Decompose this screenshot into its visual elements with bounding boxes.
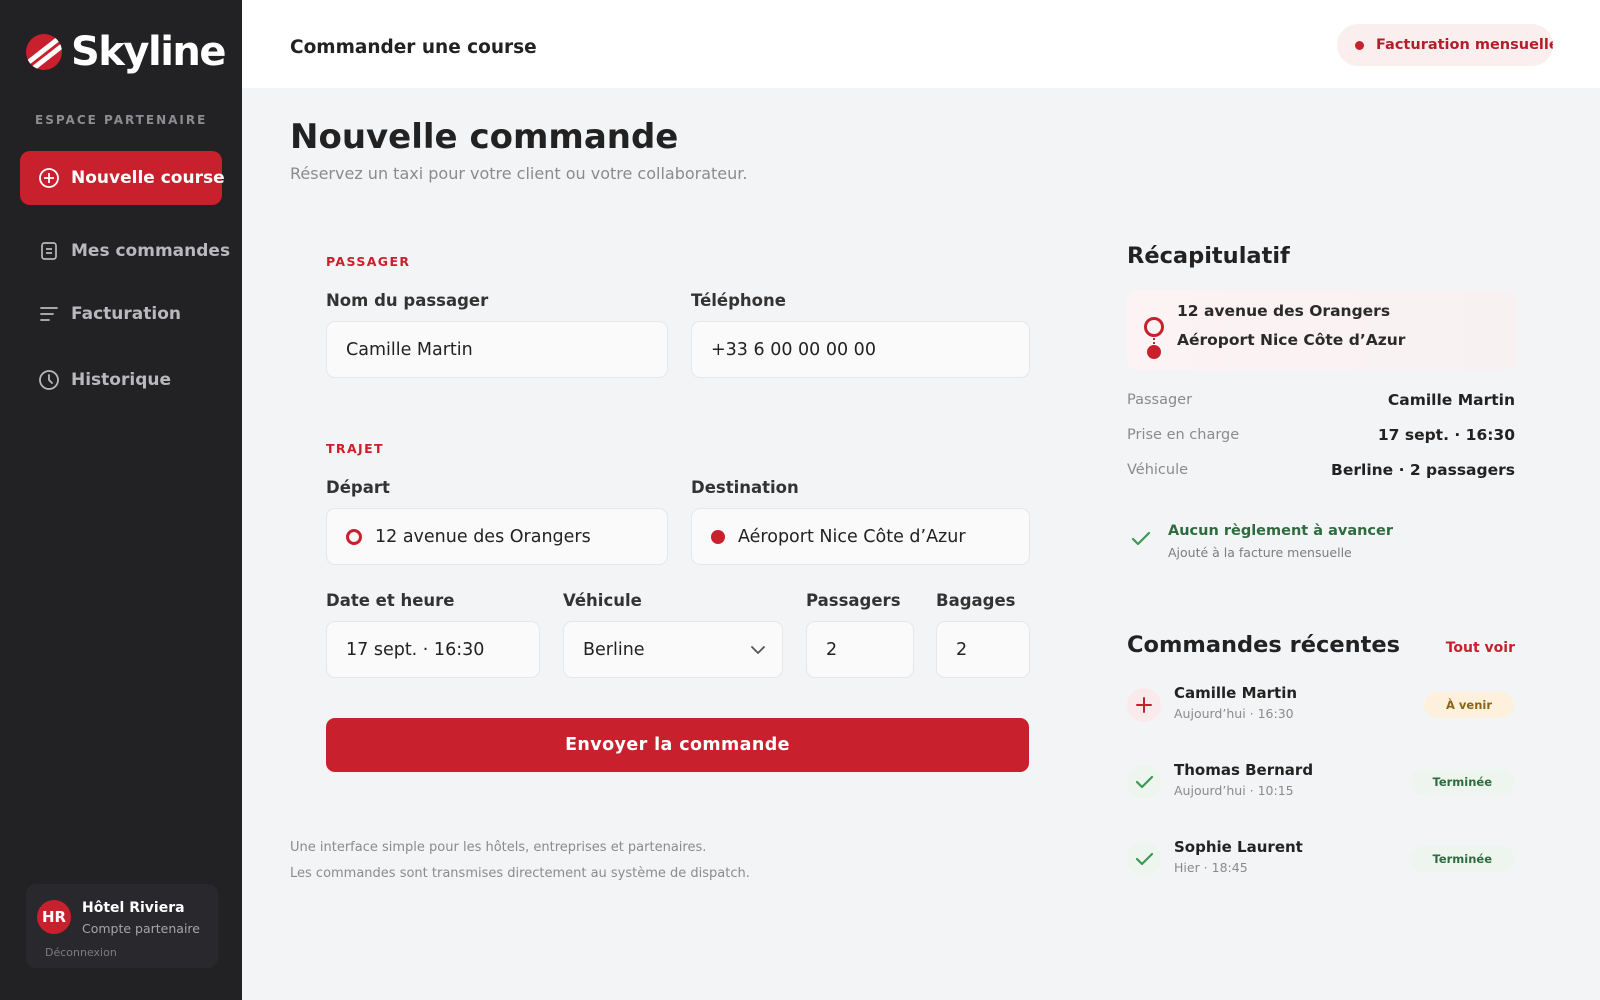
order-passenger: Sophie Laurent xyxy=(1174,838,1303,856)
recent-orders-title: Commandes récentes xyxy=(1127,632,1401,658)
phone-value: +33 6 00 00 00 00 xyxy=(711,339,876,360)
destination-dot-icon xyxy=(1147,345,1161,359)
destination-label: Destination xyxy=(691,478,799,497)
route-from: 12 avenue des Orangers xyxy=(1177,302,1391,320)
route-summary: 12 avenue des Orangers Aéroport Nice Côt… xyxy=(1127,290,1517,370)
payment-note-title: Aucun règlement à avancer xyxy=(1168,523,1394,539)
datetime-input[interactable]: 17 sept. · 16:30 xyxy=(326,621,540,678)
departure-input[interactable]: 12 avenue des Orangers xyxy=(326,508,668,565)
luggage-input[interactable]: 2 xyxy=(936,621,1030,678)
page-subtitle: Réservez un taxi pour votre client ou vo… xyxy=(290,164,748,183)
recent-order-row[interactable]: Camille Martin Aujourd’hui · 16:30 À ven… xyxy=(1127,682,1517,734)
summary-passenger-label: Passager xyxy=(1127,392,1193,408)
footnote-line-1: Une interface simple pour les hôtels, en… xyxy=(290,840,707,855)
luggage-label: Bagages xyxy=(936,591,1016,610)
passenger-name-input[interactable]: Camille Martin xyxy=(326,321,668,378)
status-badge: Terminée xyxy=(1410,769,1514,795)
passengers-value: 2 xyxy=(826,639,838,660)
order-time: Hier · 18:45 xyxy=(1174,860,1248,875)
top-bar: Commander une course Facturation mensuel… xyxy=(242,0,1600,88)
lines-icon xyxy=(38,303,60,325)
billing-mode-label: Facturation mensuelle xyxy=(1376,37,1553,53)
brand-name: Skyline xyxy=(71,29,227,75)
departure-value: 12 avenue des Orangers xyxy=(375,526,591,547)
document-icon xyxy=(38,240,60,262)
logout-link[interactable]: Déconnexion xyxy=(45,946,117,959)
passenger-name-value: Camille Martin xyxy=(346,339,473,360)
plus-icon xyxy=(1127,688,1161,722)
sidebar-section-label: ESPACE PARTENAIRE xyxy=(35,113,208,127)
sidebar-item-label: Nouvelle course xyxy=(71,168,225,188)
order-passenger: Thomas Bernard xyxy=(1174,761,1314,779)
route-section-label: TRAJET xyxy=(326,441,384,456)
passengers-input[interactable]: 2 xyxy=(806,621,914,678)
vehicle-select[interactable]: Berline xyxy=(563,621,783,678)
summary-pickup-label: Prise en charge xyxy=(1127,427,1240,443)
origin-ring-icon xyxy=(1144,317,1164,337)
order-time: Aujourd’hui · 16:30 xyxy=(1174,706,1294,721)
chevron-down-icon xyxy=(750,642,766,663)
order-passenger: Camille Martin xyxy=(1174,684,1298,702)
sidebar-item-label: Facturation xyxy=(71,304,181,324)
sidebar-item-label: Mes commandes xyxy=(71,241,231,261)
summary-title: Récapitulatif xyxy=(1127,243,1290,269)
phone-input[interactable]: +33 6 00 00 00 00 xyxy=(691,321,1030,378)
sidebar-item-facturation[interactable]: Facturation xyxy=(20,287,222,341)
datetime-value: 17 sept. · 16:30 xyxy=(346,639,485,660)
plus-circle-icon xyxy=(38,167,60,189)
partner-role: Compte partenaire xyxy=(82,921,200,936)
clock-icon xyxy=(38,369,60,391)
logo-mark-icon xyxy=(26,34,62,70)
recent-order-row[interactable]: Sophie Laurent Hier · 18:45 Terminée xyxy=(1127,836,1517,888)
summary-pickup-value: 17 sept. · 16:30 xyxy=(1377,426,1515,444)
origin-ring-icon xyxy=(346,528,362,545)
passengers-label: Passagers xyxy=(806,591,901,610)
check-icon xyxy=(1130,528,1152,554)
vehicle-label: Véhicule xyxy=(563,591,642,610)
header-title: Commander une course xyxy=(290,37,537,58)
sidebar: Skyline ESPACE PARTENAIRE Nouvelle cours… xyxy=(0,0,242,1000)
see-all-link[interactable]: Tout voir xyxy=(1446,640,1515,656)
vehicle-value: Berline xyxy=(583,639,645,660)
brand-logo[interactable]: Skyline xyxy=(26,29,227,75)
route-to: Aéroport Nice Côte d’Azur xyxy=(1177,331,1406,349)
payment-note-subtitle: Ajouté à la facture mensuelle xyxy=(1168,545,1352,560)
destination-input[interactable]: Aéroport Nice Côte d’Azur xyxy=(691,508,1030,565)
billing-mode-badge: Facturation mensuelle xyxy=(1337,24,1553,66)
destination-dot-icon xyxy=(711,529,725,544)
partner-account-card[interactable]: HR Hôtel Riviera Compte partenaire Décon… xyxy=(26,884,218,968)
sidebar-item-nouvelle-course[interactable]: Nouvelle course xyxy=(20,151,225,205)
sidebar-item-label: Historique xyxy=(71,370,171,390)
status-badge: Terminée xyxy=(1410,846,1514,872)
route-connector xyxy=(1153,338,1155,344)
submit-order-button[interactable]: Envoyer la commande xyxy=(326,718,1029,772)
summary-vehicle-value: Berline · 2 passagers xyxy=(1331,461,1515,479)
page-title: Nouvelle commande xyxy=(290,117,679,157)
recent-order-row[interactable]: Thomas Bernard Aujourd’hui · 10:15 Termi… xyxy=(1127,759,1517,811)
status-badge: À venir xyxy=(1424,692,1514,718)
summary-vehicle-label: Véhicule xyxy=(1127,462,1189,478)
order-time: Aujourd’hui · 10:15 xyxy=(1174,783,1294,798)
datetime-label: Date et heure xyxy=(326,591,455,610)
check-icon xyxy=(1127,765,1161,799)
departure-label: Départ xyxy=(326,478,390,497)
check-icon xyxy=(1127,842,1161,876)
summary-passenger-value: Camille Martin xyxy=(1387,391,1515,409)
sidebar-item-historique[interactable]: Historique xyxy=(20,353,222,407)
destination-value: Aéroport Nice Côte d’Azur xyxy=(738,526,966,547)
footnote-line-2: Les commandes sont transmises directemen… xyxy=(290,866,750,881)
status-dot-icon xyxy=(1355,40,1364,50)
sidebar-item-mes-commandes[interactable]: Mes commandes xyxy=(20,224,230,278)
avatar: HR xyxy=(37,900,71,934)
luggage-value: 2 xyxy=(956,639,968,660)
passenger-section-label: PASSAGER xyxy=(326,254,411,269)
passenger-name-label: Nom du passager xyxy=(326,291,489,310)
phone-label: Téléphone xyxy=(691,291,786,310)
partner-name: Hôtel Riviera xyxy=(82,900,185,916)
